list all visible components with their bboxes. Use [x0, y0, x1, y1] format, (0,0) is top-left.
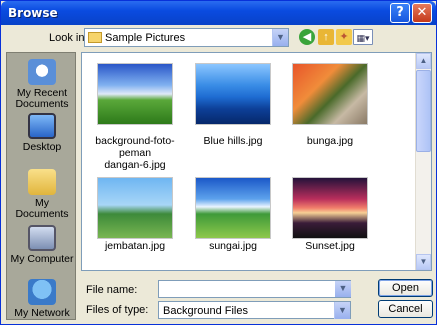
file-name-caption[interactable]: Sunset.jpg: [280, 240, 380, 252]
up-one-level-icon[interactable]: ↑: [318, 29, 334, 45]
look-in-value: Sample Pictures: [105, 32, 186, 44]
place-my-documents[interactable]: My Documents: [7, 169, 77, 220]
scroll-down-icon[interactable]: ▼: [416, 254, 431, 270]
file-name-caption[interactable]: Blue hills.jpg: [183, 135, 283, 147]
desktop-icon: [28, 113, 56, 139]
place-label: Desktop: [22, 141, 62, 153]
file-name-field[interactable]: [158, 280, 351, 298]
window-title: Browse: [8, 6, 58, 20]
place-desktop[interactable]: Desktop: [7, 113, 77, 153]
place-label: My Documents: [15, 197, 69, 220]
recent-documents-icon: [28, 59, 56, 85]
scroll-up-icon[interactable]: ▲: [416, 53, 431, 69]
look-in-dropdown[interactable]: Sample Pictures ▼: [84, 28, 289, 47]
folder-icon: [88, 32, 102, 43]
thumbnail-bunga[interactable]: [292, 63, 368, 125]
file-name-line: dangan-6.jpg: [104, 159, 166, 171]
my-computer-icon: [28, 225, 56, 251]
new-folder-icon[interactable]: ✦: [336, 29, 352, 45]
open-button[interactable]: Open: [378, 279, 433, 297]
place-my-recent-documents[interactable]: My Recent Documents: [7, 59, 77, 110]
place-my-network[interactable]: My Network: [7, 279, 77, 319]
thumbnail-blue-hills[interactable]: [195, 63, 271, 125]
thumbnail-sunset[interactable]: [292, 177, 368, 239]
file-name-line: background-foto-peman: [95, 135, 175, 159]
back-icon[interactable]: ◀: [299, 29, 315, 45]
place-label: Documents: [15, 98, 69, 110]
chevron-down-icon[interactable]: ▼: [335, 281, 351, 297]
scrollbar-thumb[interactable]: [416, 70, 431, 152]
my-network-icon: [28, 279, 56, 305]
thumbnail-jembatan[interactable]: [97, 177, 173, 239]
files-of-type-value: Background Files: [163, 305, 248, 317]
file-name-label: File name:: [86, 284, 138, 296]
help-button[interactable]: ?: [390, 3, 410, 23]
cancel-button[interactable]: Cancel: [378, 300, 433, 318]
title-bar[interactable]: Browse ? ✕: [1, 1, 436, 25]
look-in-label: Look in:: [49, 32, 88, 44]
thumbnail-sungai[interactable]: [195, 177, 271, 239]
thumbnail-background-foto[interactable]: [97, 63, 173, 125]
file-name-caption[interactable]: jembatan.jpg: [85, 240, 185, 252]
file-name-caption[interactable]: background-foto-peman dangan-6.jpg: [85, 135, 185, 171]
place-my-computer[interactable]: My Computer: [7, 225, 77, 265]
file-list[interactable]: background-foto-peman dangan-6.jpg Blue …: [81, 52, 432, 271]
places-bar: My Recent Documents Desktop My Documents…: [6, 52, 76, 320]
place-label: My Computer: [10, 253, 74, 265]
files-of-type-dropdown[interactable]: Background Files ▼: [158, 301, 351, 319]
place-label: My Network: [14, 307, 70, 319]
views-menu-icon[interactable]: ▦▾: [353, 29, 373, 45]
file-name-caption[interactable]: bunga.jpg: [280, 135, 380, 147]
vertical-scrollbar[interactable]: ▲ ▼: [415, 53, 431, 270]
chevron-down-icon[interactable]: ▼: [272, 29, 288, 46]
files-of-type-label: Files of type:: [86, 304, 149, 316]
chevron-down-icon[interactable]: ▼: [334, 302, 350, 319]
close-button[interactable]: ✕: [412, 3, 432, 23]
file-name-caption[interactable]: sungai.jpg: [183, 240, 283, 252]
my-documents-icon: [28, 169, 56, 195]
browse-dialog: Browse ? ✕ Look in: Sample Pictures ▼ ◀ …: [0, 0, 437, 325]
